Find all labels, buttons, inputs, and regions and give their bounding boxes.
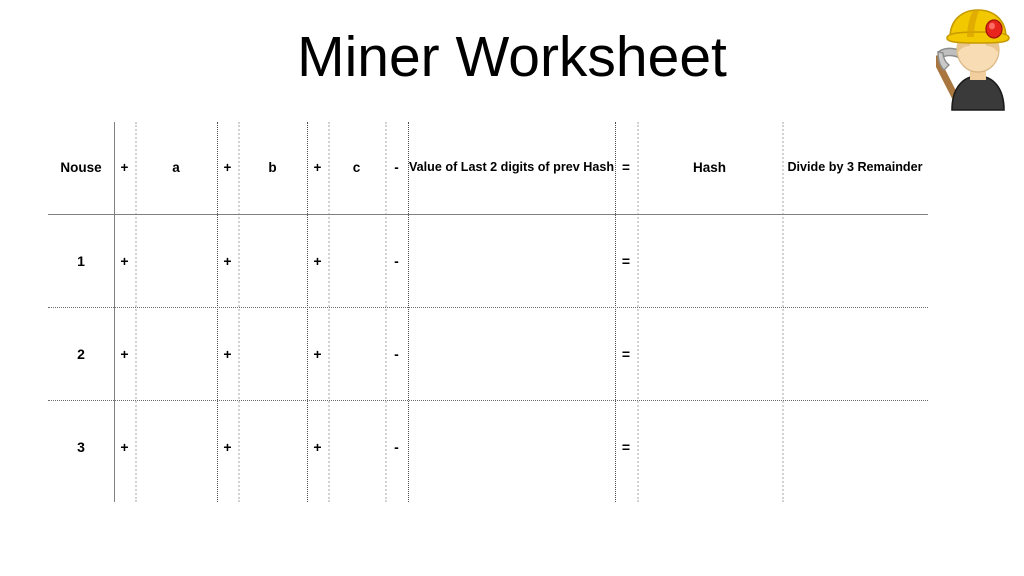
table-header-row: Nouse + a + b + c - Value of Last 2 digi… [48,122,928,214]
cell-op-plus-2-row-2: + [223,345,232,362]
cell-hash-row-2[interactable] [637,307,782,400]
table-row: 3 + + + - = [48,400,928,493]
header-a: a [172,159,180,175]
cell-c-row-1[interactable] [328,214,385,307]
cell-nonce-row-1: 1 [77,252,85,269]
header-hash: Hash [692,159,726,175]
cell-remainder-row-3[interactable] [782,400,928,493]
cell-op-plus-2-row-3: + [223,438,232,455]
header-op-minus: - [394,159,399,175]
header-op-equals: = [622,159,630,175]
cell-b-row-3[interactable] [238,400,307,493]
cell-b-row-1[interactable] [238,214,307,307]
cell-remainder-row-1[interactable] [782,214,928,307]
header-op-plus-1: + [120,159,129,175]
cell-prev-hash-row-2[interactable] [408,307,615,400]
cell-op-equals-row-2: = [621,345,631,362]
header-divide-by-3-remainder: Divide by 3 Remainder [787,160,923,175]
header-op-plus-3: + [313,159,322,175]
cell-nonce-row-2: 2 [77,345,85,362]
cell-op-minus-row-3: - [394,438,399,455]
page-title: Miner Worksheet [297,25,727,89]
header-prev-hash-last-2-digits: Value of Last 2 digits of prev Hash [408,160,615,175]
cell-a-row-3[interactable] [135,400,217,493]
cell-b-row-2[interactable] [238,307,307,400]
cell-c-row-3[interactable] [328,400,385,493]
cell-op-plus-1-row-1: + [120,252,129,269]
cell-a-row-2[interactable] [135,307,217,400]
cell-prev-hash-row-1[interactable] [408,214,615,307]
cell-op-plus-1-row-3: + [120,438,129,455]
worksheet-table: Nouse + a + b + c - Value of Last 2 digi… [48,122,928,493]
cell-op-plus-3-row-1: + [313,252,322,269]
cell-op-equals-row-3: = [621,438,631,455]
cell-c-row-2[interactable] [328,307,385,400]
header-c: c [352,159,361,175]
table-row: 2 + + + - = [48,307,928,400]
miner-avatar [932,2,1020,112]
cell-nonce-row-3: 3 [77,438,85,455]
cell-op-minus-row-1: - [394,252,399,269]
cell-op-minus-row-2: - [394,345,399,362]
cell-op-plus-3-row-2: + [313,345,322,362]
header-b: b [268,159,277,175]
cell-op-plus-2-row-1: + [223,252,232,269]
cell-op-plus-1-row-2: + [120,345,129,362]
cell-hash-row-1[interactable] [637,214,782,307]
cell-a-row-1[interactable] [135,214,217,307]
cell-prev-hash-row-3[interactable] [408,400,615,493]
cell-op-plus-3-row-3: + [313,438,322,455]
header-nonce: Nouse [60,159,102,175]
hard-hat-icon [946,9,1010,44]
miner-body [951,75,1005,111]
table-row: 1 + + + - = [48,214,928,307]
cell-op-equals-row-1: = [621,252,631,269]
miner-with-pickaxe-icon [932,9,1010,111]
worksheet-table-container: Nouse + a + b + c - Value of Last 2 digi… [48,122,928,502]
cell-hash-row-3[interactable] [637,400,782,493]
header-op-plus-2: + [223,159,232,175]
cell-remainder-row-2[interactable] [782,307,928,400]
